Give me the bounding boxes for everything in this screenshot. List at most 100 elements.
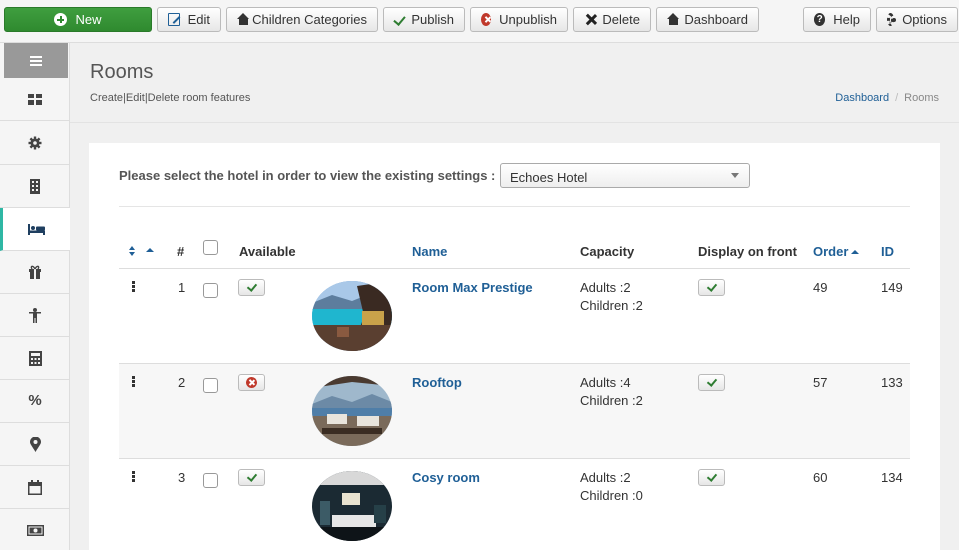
menu-icon [30,55,42,66]
column-header-id[interactable]: ID [881,244,894,259]
room-thumbnail [312,376,392,446]
display-on-front-toggle[interactable] [698,469,725,486]
children-categories-button[interactable]: Children Categories [226,7,378,32]
breadcrumb: Dashboard / Rooms [835,92,939,104]
check-icon [706,377,717,388]
person-icon [29,307,41,323]
row-number: 1 [178,280,186,295]
gift-icon [29,265,41,279]
sidebar: % [0,43,70,550]
sidebar-item-bookings[interactable] [0,466,70,509]
map-marker-icon [29,436,41,452]
column-header-available: Available [239,244,296,259]
table-row: 2 Rooftop Adults :4 Children :2 57 133 [119,364,910,459]
home-icon [237,13,250,26]
drag-handle-icon[interactable] [132,376,135,387]
dashboard-icon [28,93,42,105]
caret-up-icon [146,248,154,252]
check-icon [246,282,257,293]
help-button[interactable]: ? Help [803,7,871,32]
content-panel: Please select the hotel in order to view… [89,143,940,550]
drag-handle-icon[interactable] [132,471,135,482]
dashboard-button[interactable]: Dashboard [656,7,759,32]
building-icon [30,178,40,194]
help-button-label: Help [833,12,860,27]
children-categories-label: Children Categories [252,12,367,27]
room-name-link[interactable]: Room Max Prestige [412,280,533,295]
breadcrumb-current: Rooms [904,92,939,104]
edit-button[interactable]: Edit [157,7,221,32]
close-icon [584,13,594,26]
row-id: 149 [881,280,903,295]
header-divider [70,122,959,123]
help-icon: ? [814,13,826,26]
row-id: 133 [881,375,903,390]
sidebar-item-locations[interactable] [0,423,70,466]
row-number: 2 [178,375,186,390]
sidebar-item-discounts[interactable]: % [0,380,70,423]
capacity-adults: Adults :4 [580,375,631,390]
check-icon [246,472,257,483]
sidebar-item-extras[interactable] [0,251,70,294]
filter-divider [119,206,910,207]
sidebar-item-guests[interactable] [0,294,70,337]
dashboard-button-label: Dashboard [684,12,748,27]
row-checkbox[interactable] [203,283,218,298]
options-button-label: Options [902,12,947,27]
check-icon [706,282,717,293]
sidebar-item-payments[interactable] [0,509,70,550]
row-order: 49 [813,280,828,295]
sidebar-item-rates[interactable] [0,337,70,380]
sidebar-item-hotels[interactable] [0,165,70,208]
breadcrumb-dashboard-link[interactable]: Dashboard [835,92,889,104]
x-circle-icon [246,377,257,388]
check-icon [394,13,403,26]
sidebar-item-settings[interactable] [0,122,70,165]
capacity-children: Children :2 [580,298,643,313]
row-checkbox[interactable] [203,378,218,393]
capacity-children: Children :2 [580,393,643,408]
room-thumbnail [312,471,392,541]
capacity-children: Children :0 [580,488,643,503]
room-name-link[interactable]: Cosy room [412,470,480,485]
column-header-name[interactable]: Name [412,244,447,259]
room-name-link[interactable]: Rooftop [412,375,462,390]
display-on-front-toggle[interactable] [698,374,725,391]
money-icon [26,524,44,536]
available-toggle[interactable] [238,469,265,486]
delete-button-label: Delete [602,12,640,27]
sidebar-item-dashboard[interactable] [0,78,70,121]
breadcrumb-separator: / [895,92,899,104]
drag-handle-icon[interactable] [132,281,135,292]
table-row: 1 Room Max Prestige Adults :2 Children :… [119,269,910,364]
home-icon [667,13,680,26]
page-title: Rooms [90,61,154,83]
unpublish-button[interactable]: Unpublish [470,7,568,32]
delete-button[interactable]: Delete [573,7,651,32]
row-checkbox[interactable] [203,473,218,488]
new-button[interactable]: New [4,7,152,32]
hotel-select[interactable]: Echoes Hotel [500,163,750,188]
capacity-adults: Adults :2 [580,280,631,295]
table-row: 3 Cosy room Adults :2 Children :0 60 134 [119,459,910,550]
gear-icon [887,13,896,26]
edit-icon [168,13,180,26]
new-button-label: New [75,12,102,27]
column-header-order[interactable]: Order [813,244,860,259]
select-all-checkbox[interactable] [203,240,218,255]
display-on-front-toggle[interactable] [698,279,725,296]
sidebar-item-rooms[interactable] [0,208,70,251]
row-order: 60 [813,470,828,485]
available-toggle[interactable] [238,374,265,391]
row-order: 57 [813,375,828,390]
sidebar-toggle[interactable] [4,43,68,78]
column-header-number: # [177,244,185,259]
options-button[interactable]: Options [876,7,958,32]
calendar-icon [28,479,42,495]
row-id: 134 [881,470,903,485]
available-toggle[interactable] [238,279,265,296]
column-header-display: Display on front [698,244,797,259]
sort-order-control[interactable] [129,246,159,258]
x-circle-icon [481,13,492,26]
publish-button[interactable]: Publish [383,7,465,32]
